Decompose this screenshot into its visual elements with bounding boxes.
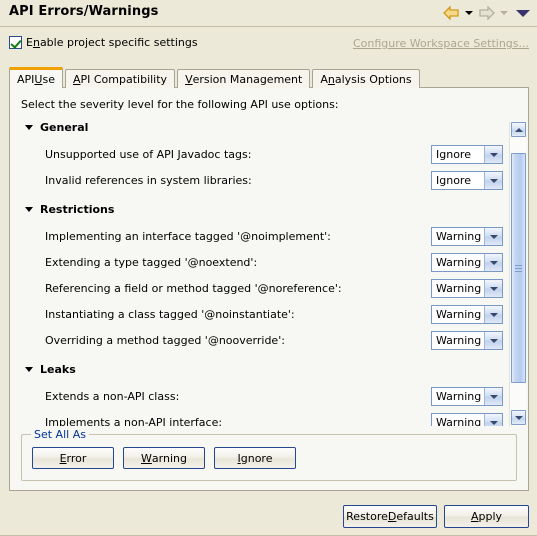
chevron-down-icon[interactable] [484,172,502,189]
api-use-panel: Select the severity level for the follow… [9,87,529,491]
option-row: Referencing a field or method tagged '@n… [11,279,508,301]
triangle-down-icon [25,367,33,372]
chevron-down-icon[interactable] [484,388,502,405]
option-row: Unsupported use of API Javadoc tags: Igno… [11,145,508,167]
chevron-down-icon[interactable] [484,280,502,297]
dialog-footer-buttons: Restore Defaults Apply [343,505,529,528]
scrollbar-grip-icon [515,264,522,272]
group-header-leaks[interactable]: Leaks [25,363,76,376]
option-row: Implementing an interface tagged '@noimp… [11,227,508,249]
set-all-as-buttons: Error Warning Ignore [32,447,296,469]
set-all-as-legend: Set All As [31,428,89,441]
option-row: Extends a non-API class: Warning [11,387,508,409]
group-header-label: General [40,121,89,134]
page-title: API Errors/Warnings [9,4,159,19]
restore-defaults-button[interactable]: Restore Defaults [343,505,437,528]
option-label: Implementing an interface tagged '@noimp… [45,230,331,243]
enable-project-specific-settings-checkbox[interactable] [9,36,22,49]
option-row: Invalid references in system libraries: I… [11,171,508,193]
severity-combobox[interactable]: Warning [431,331,503,350]
set-all-ignore-button[interactable]: Ignore [214,447,296,469]
enable-project-specific-settings-label: Enable project specific settings [26,36,198,49]
severity-combobox[interactable]: Warning [431,253,503,272]
view-menu-icon[interactable] [513,3,533,23]
back-history-chevron-down-icon[interactable] [462,3,475,23]
option-label: Implements a non-API interface: [45,416,223,426]
tab-analysis-options[interactable]: An alysis Options [312,69,420,88]
option-row: Overriding a method tagged '@nooverride'… [11,331,508,353]
enable-project-specific-settings-row[interactable]: Enable project specific settings [9,36,198,49]
chevron-down-icon[interactable] [484,254,502,271]
scrollbar-thumb[interactable] [511,153,526,383]
forward-history-chevron-down-icon [497,3,510,23]
severity-value: Warning [436,256,482,269]
chevron-down-icon[interactable] [484,146,502,163]
navigation-toolbar [440,3,533,23]
severity-combobox[interactable]: Ignore [431,145,503,164]
chevron-down-icon[interactable] [484,332,502,349]
tab-version-management[interactable]: Version Management [177,69,311,88]
apply-button[interactable]: Apply [444,505,529,528]
severity-value: Warning [436,416,482,426]
chevron-down-icon[interactable] [484,228,502,245]
configure-workspace-settings-link[interactable]: Configure Workspace Settings... [353,37,529,50]
preferences-dialog: API Errors/Warnings Enable project speci… [0,0,537,536]
severity-combobox[interactable]: Warning [431,413,503,426]
options-vertical-scrollbar[interactable] [509,121,526,426]
tab-api-compatibility[interactable]: A PI Compatibility [64,69,176,88]
option-row: Instantiating a class tagged '@noinstant… [11,305,508,327]
severity-combobox[interactable]: Warning [431,227,503,246]
triangle-down-icon [25,125,33,130]
group-header-general[interactable]: General [25,121,88,134]
tab-api-use[interactable]: API Use [9,67,63,88]
severity-value: Warning [436,390,482,403]
option-row: Implements a non-API interface: Warning [11,413,508,426]
options-scroll-area: General Unsupported use of API Javadoc ta… [11,121,508,426]
forward-arrow-icon [475,3,497,23]
tab-bar: API Use A PI Compatibility Version Manage… [9,67,422,88]
chevron-down-icon[interactable] [484,306,502,323]
option-label: Extends a non-API class: [45,390,180,403]
chevron-down-icon[interactable] [484,414,502,426]
group-header-label: Restrictions [40,203,115,216]
back-arrow-icon[interactable] [440,3,462,23]
severity-combobox[interactable]: Warning [431,305,503,324]
severity-value: Warning [436,230,482,243]
severity-value: Warning [436,334,482,347]
option-label: Instantiating a class tagged '@noinstant… [45,308,295,321]
scroll-down-button[interactable] [511,410,526,425]
severity-value: Warning [436,282,482,295]
page-header: API Errors/Warnings [0,0,537,27]
option-label: Overriding a method tagged '@nooverride'… [45,334,285,347]
option-label: Extending a type tagged '@noextend': [45,256,258,269]
severity-combobox[interactable]: Warning [431,387,503,406]
panel-description: Select the severity level for the follow… [21,98,339,111]
option-label: Referencing a field or method tagged '@n… [45,282,342,295]
group-header-restrictions[interactable]: Restrictions [25,203,114,216]
set-all-warning-button[interactable]: Warning [123,447,205,469]
severity-value: Ignore [436,174,471,187]
severity-value: Ignore [436,148,471,161]
severity-combobox[interactable]: Ignore [431,171,503,190]
triangle-down-icon [25,207,33,212]
option-row: Extending a type tagged '@noextend': Warn… [11,253,508,275]
option-label: Unsupported use of API Javadoc tags: [45,148,252,161]
group-header-label: Leaks [40,363,76,376]
set-all-as-group: Set All As Error Warning Ignore [21,428,517,481]
option-label: Invalid references in system libraries: [45,174,252,187]
severity-value: Warning [436,308,482,321]
set-all-error-button[interactable]: Error [32,447,114,469]
severity-combobox[interactable]: Warning [431,279,503,298]
scroll-up-button[interactable] [511,122,526,137]
